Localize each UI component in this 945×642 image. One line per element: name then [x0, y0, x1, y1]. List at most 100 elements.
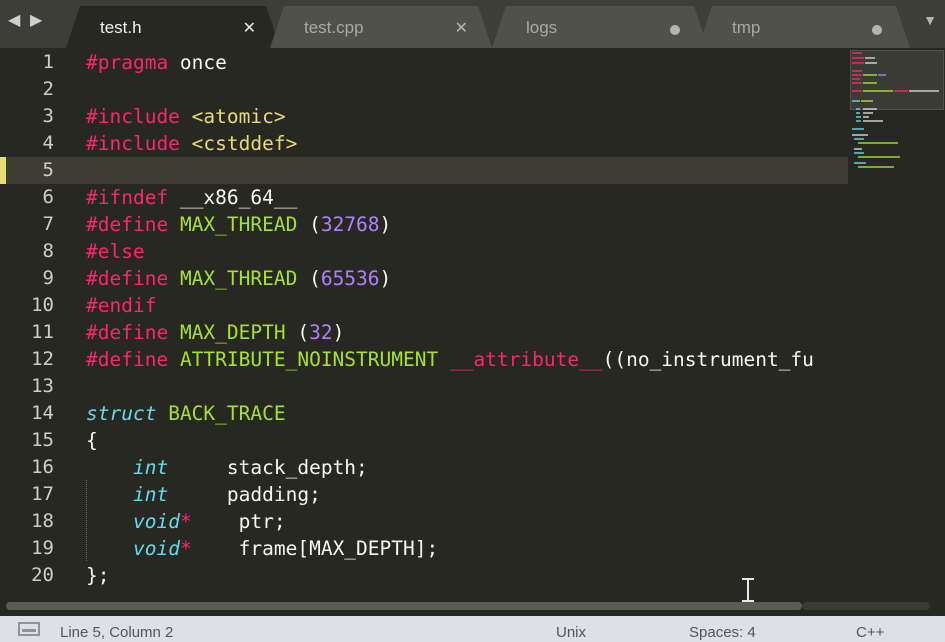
line-number: 6	[42, 186, 54, 208]
tab-navigation: ◀ ▶	[8, 10, 56, 32]
code-line[interactable]: #else	[86, 238, 145, 265]
line-number: 18	[31, 510, 54, 532]
code-line[interactable]: #endif	[86, 292, 156, 319]
minimap-line	[852, 57, 864, 59]
line-number: 10	[31, 294, 54, 316]
code-token: MAX_THREAD	[179, 267, 298, 290]
tab-dropdown-icon[interactable]: ▼	[923, 12, 937, 28]
code-line[interactable]: #include <cstddef>	[86, 130, 297, 157]
code-token: 32	[309, 321, 333, 344]
code-token: )	[332, 321, 345, 344]
cursor-position[interactable]: Line 5, Column 2	[60, 624, 173, 641]
code-line[interactable]: struct BACK_TRACE	[86, 400, 286, 427]
minimap-line	[852, 74, 862, 76]
code-line[interactable]: #define MAX_THREAD (65536)	[86, 265, 391, 292]
minimap-line	[856, 116, 861, 118]
minimap-line	[861, 100, 873, 102]
line-number: 11	[31, 321, 54, 343]
line-number: 16	[31, 456, 54, 478]
code-editor[interactable]: 1 2 3 4 5 6 7 8 9 10 11 12 13 14 15 16 17 18 19 20 #pragma …	[0, 48, 945, 598]
forward-arrow-icon[interactable]: ▶	[30, 10, 42, 30]
code-line[interactable]: #pragma once	[86, 49, 227, 76]
code-line[interactable]: };	[86, 562, 109, 589]
tab-tmp[interactable]: tmp	[698, 6, 910, 48]
tab-test-h[interactable]: test.h ✕	[66, 6, 280, 48]
line-number: 17	[31, 483, 54, 505]
minimap-line	[865, 62, 877, 64]
code-line[interactable]: #define ATTRIBUTE_NOINSTRUMENT __attribu…	[86, 346, 814, 373]
horizontal-scrollbar-thumb[interactable]	[6, 602, 802, 610]
indentation-setting[interactable]: Spaces: 4	[689, 624, 756, 641]
line-number: 14	[31, 402, 54, 424]
line-number: 13	[31, 375, 54, 397]
minimap-line	[858, 166, 894, 168]
code-token: int	[132, 456, 169, 479]
line-number: 15	[31, 429, 54, 451]
minimap[interactable]	[848, 48, 945, 598]
code-token: *	[179, 510, 192, 533]
minimap-line	[852, 100, 860, 102]
code-token: )	[379, 267, 392, 290]
code-token: )	[379, 213, 392, 236]
minimap-line	[865, 57, 875, 59]
code-token: #endif	[86, 294, 157, 317]
horizontal-scrollbar-track[interactable]	[802, 602, 930, 610]
code-token: ATTRIBUTE_NOINSTRUMENT	[179, 348, 439, 371]
code-token: #define	[86, 213, 169, 236]
code-line[interactable]: {	[86, 427, 98, 454]
code-token: {	[86, 429, 98, 452]
line-number: 9	[42, 267, 54, 289]
code-token: 32768	[320, 213, 380, 236]
tab-logs[interactable]: logs	[492, 6, 708, 48]
minimap-line	[852, 134, 868, 136]
code-line[interactable]: #define MAX_THREAD (32768)	[86, 211, 391, 238]
tab-test-cpp[interactable]: test.cpp ✕	[270, 6, 492, 48]
tab-modified-dot-icon[interactable]	[670, 25, 680, 35]
code-line[interactable]: void* ptr;	[86, 508, 286, 535]
panel-toggle-icon[interactable]	[18, 622, 40, 636]
line-number: 4	[42, 132, 54, 154]
horizontal-scrollbar[interactable]	[0, 598, 945, 614]
code-token: (	[285, 321, 310, 344]
tab-label: test.h	[100, 18, 142, 37]
code-line[interactable]: int padding;	[86, 481, 321, 508]
code-token: once	[168, 51, 227, 74]
code-line[interactable]: #include <atomic>	[86, 103, 286, 130]
line-number: 7	[42, 213, 54, 235]
code-token: #define	[86, 348, 169, 371]
minimap-line	[858, 156, 900, 158]
code-token: ptr;	[191, 510, 286, 533]
syntax-selector[interactable]: C++	[856, 624, 884, 641]
code-token: (	[297, 267, 321, 290]
tab-close-icon[interactable]: ✕	[243, 18, 256, 38]
line-number: 20	[31, 564, 54, 586]
line-endings[interactable]: Unix	[556, 624, 586, 641]
code-token: #ifndef	[86, 186, 169, 209]
code-line[interactable]: int stack_depth;	[86, 454, 368, 481]
tab-close-icon[interactable]: ✕	[455, 18, 468, 38]
code-token: struct	[86, 402, 157, 425]
code-line[interactable]: #ifndef __x86_64__	[86, 184, 297, 211]
tab-modified-dot-icon[interactable]	[872, 25, 882, 35]
minimap-line	[852, 52, 862, 54]
code-token: *	[179, 537, 192, 560]
back-arrow-icon[interactable]: ◀	[8, 10, 20, 30]
minimap-line	[856, 120, 861, 122]
line-number: 19	[31, 537, 54, 559]
code-line[interactable]: #define MAX_DEPTH (32)	[86, 319, 344, 346]
tab-bar: ◀ ▶ test.h ✕ test.cpp ✕ logs tmp ▼	[0, 0, 945, 48]
code-token: padding;	[168, 483, 321, 506]
minimap-line	[852, 82, 862, 84]
code-token: __attribute__	[449, 348, 603, 371]
minimap-line	[863, 108, 877, 110]
code-token: __x86_64__	[168, 186, 298, 209]
code-line[interactable]: void* frame[MAX_DEPTH];	[86, 535, 438, 562]
code-token: #pragma	[86, 51, 169, 74]
